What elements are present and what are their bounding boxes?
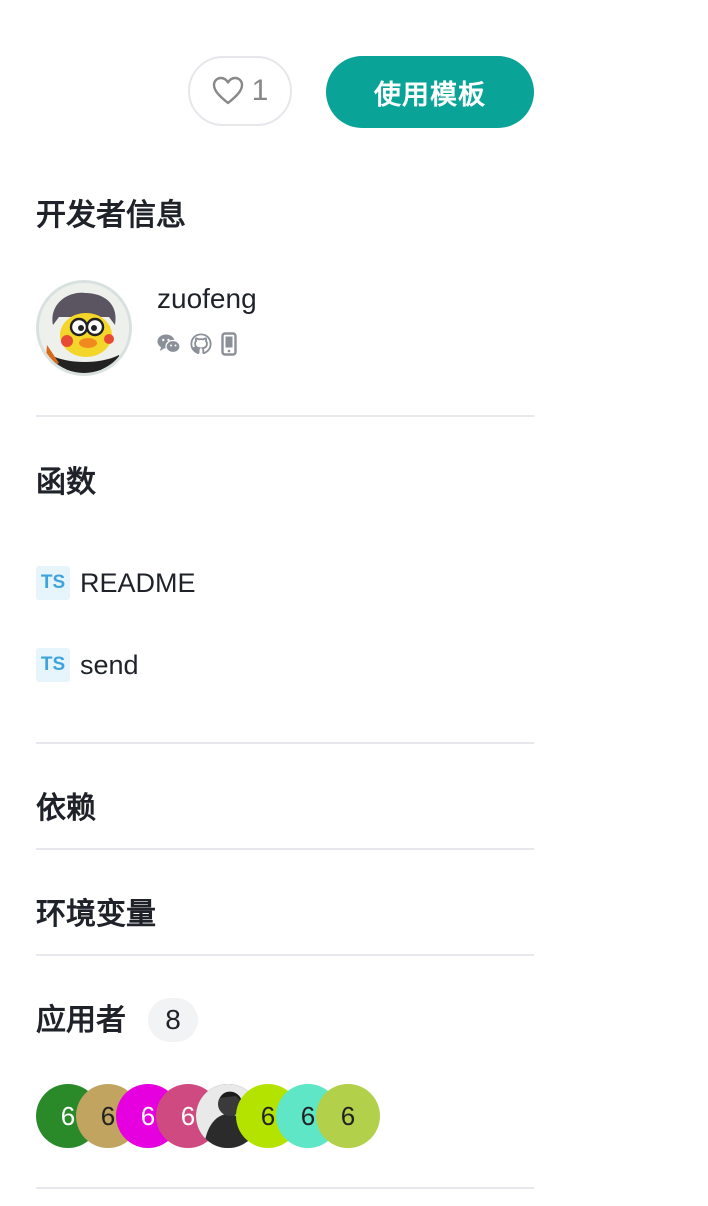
env-vars-section-title: 环境变量 [36, 897, 156, 932]
user-avatar-label: 6 [100, 1100, 116, 1131]
heart-icon [212, 76, 244, 106]
like-count: 1 [251, 74, 269, 107]
divider [36, 954, 534, 956]
action-row: 1 使用模板 [188, 56, 534, 128]
dependencies-section-title: 依赖 [36, 791, 96, 826]
developer-name[interactable]: zuofeng [157, 283, 257, 315]
function-item-send[interactable]: TS send [36, 648, 139, 682]
user-avatar-label: 6 [60, 1100, 76, 1131]
user-avatar-label: 6 [340, 1100, 356, 1131]
users-count-badge: 8 [148, 998, 198, 1042]
typescript-icon: TS [36, 648, 70, 682]
developer-avatar[interactable] [36, 280, 132, 376]
phone-icon[interactable] [221, 332, 237, 360]
divider [36, 848, 534, 850]
divider [36, 415, 534, 417]
user-avatar-label: 6 [180, 1100, 196, 1131]
developer-section-title: 开发者信息 [36, 198, 186, 233]
users-avatar-row: 6666666 [36, 1084, 436, 1148]
use-template-button[interactable]: 使用模板 [326, 56, 534, 128]
user-avatar-label: 6 [140, 1100, 156, 1131]
typescript-icon: TS [36, 566, 70, 600]
users-section-title: 应用者 [36, 1003, 126, 1038]
divider [36, 742, 534, 744]
functions-section-title: 函数 [36, 465, 96, 500]
user-avatar-label: 6 [260, 1100, 276, 1131]
like-button[interactable]: 1 [188, 56, 292, 126]
github-icon[interactable] [190, 333, 212, 359]
function-item-readme[interactable]: TS README [36, 566, 196, 600]
divider [36, 1187, 534, 1189]
function-name: README [80, 567, 196, 598]
user-avatar[interactable]: 6 [316, 1084, 380, 1148]
wechat-icon[interactable] [157, 333, 181, 359]
user-avatar-label: 6 [300, 1100, 316, 1131]
developer-contact-icons [157, 332, 237, 360]
function-name: send [80, 649, 139, 680]
